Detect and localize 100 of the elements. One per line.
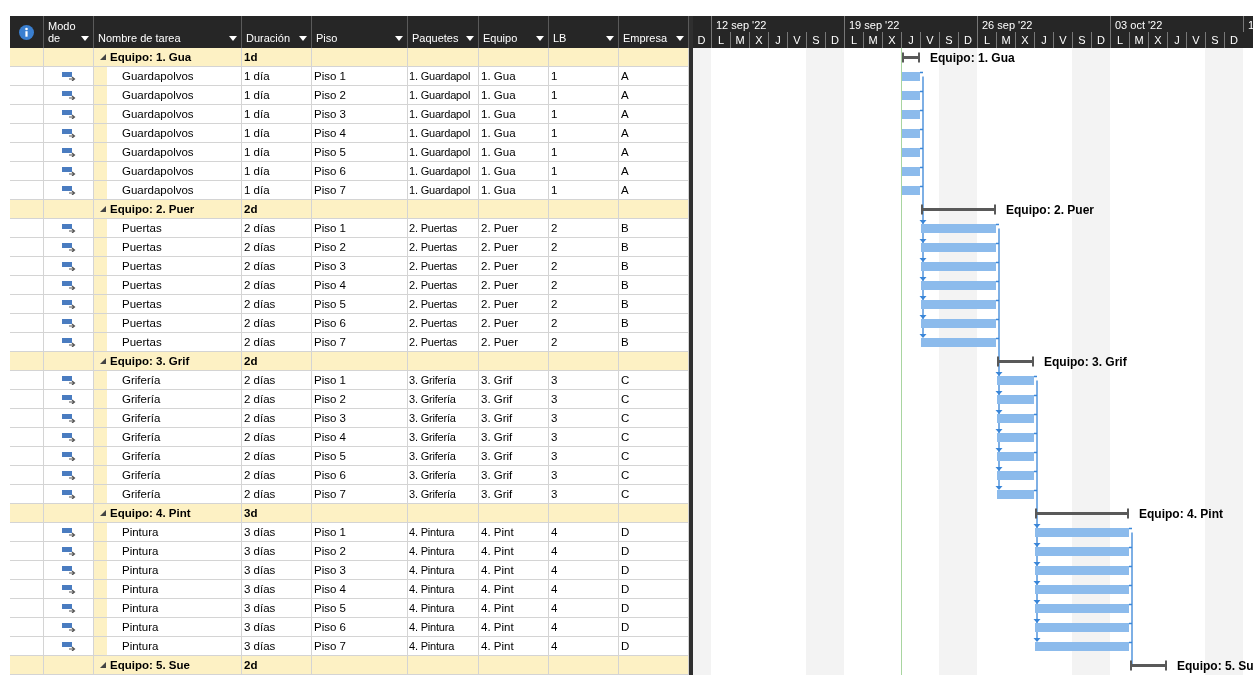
day-label: L xyxy=(844,32,863,48)
task-bar[interactable] xyxy=(1035,528,1129,537)
day-label: X xyxy=(882,32,901,48)
table-cell: 1 xyxy=(549,86,619,105)
table-cell: Piso 4 xyxy=(312,276,408,295)
collapse-triangle-icon[interactable] xyxy=(100,206,106,212)
task-bar[interactable] xyxy=(1035,566,1129,575)
table-cell: 3. Grif xyxy=(479,409,549,428)
dropdown-caret-icon xyxy=(81,36,89,41)
column-header[interactable]: Equipo xyxy=(479,16,549,48)
task-bar[interactable] xyxy=(921,262,996,271)
column-header[interactable]: LB xyxy=(549,16,619,48)
task-bar[interactable] xyxy=(1035,604,1129,613)
dropdown-caret-icon xyxy=(536,36,544,41)
task-bar[interactable] xyxy=(1035,585,1129,594)
table-cell: 3. Grifería xyxy=(408,371,479,390)
outline-indent-bar xyxy=(94,618,107,636)
collapse-triangle-icon[interactable] xyxy=(100,510,106,516)
task-name: Guardapolvos xyxy=(122,183,194,198)
task-bar[interactable] xyxy=(997,395,1034,404)
summary-bar[interactable] xyxy=(921,203,996,216)
column-header[interactable]: Duración xyxy=(242,16,312,48)
summary-bar[interactable] xyxy=(1035,507,1129,520)
column-header[interactable]: Paquetes xyxy=(408,16,479,48)
table-cell: 2. Puertas xyxy=(408,238,479,257)
table-cell: 3 xyxy=(549,371,619,390)
table-cell: 4. Pintura xyxy=(408,561,479,580)
task-name: Pintura xyxy=(122,620,159,635)
outline-indent-bar xyxy=(94,314,107,332)
table-cell: 3. Grifería xyxy=(408,390,479,409)
task-mode-icon xyxy=(61,584,76,594)
task-name: Grifería xyxy=(122,430,161,445)
table-cell: 2 días xyxy=(242,371,312,390)
table-cell: 4 xyxy=(549,561,619,580)
table-cell: Piso 1 xyxy=(312,219,408,238)
table-cell: 4. Pint xyxy=(479,561,549,580)
task-bar[interactable] xyxy=(921,243,996,252)
task-bar[interactable] xyxy=(902,167,920,176)
table-cell: Piso 1 xyxy=(312,523,408,542)
table-cell: 2 xyxy=(549,257,619,276)
column-header[interactable]: Modo de xyxy=(44,16,94,48)
table-cell: 1. Guardapol xyxy=(408,105,479,124)
column-header[interactable]: Nombre de tarea xyxy=(94,16,242,48)
table-cell: Piso 6 xyxy=(312,618,408,637)
task-bar[interactable] xyxy=(902,91,920,100)
table-cell: 3. Grifería xyxy=(408,428,479,447)
day-label: J xyxy=(768,32,787,48)
task-bar[interactable] xyxy=(997,490,1034,499)
summary-bar[interactable] xyxy=(902,51,920,64)
task-bar[interactable] xyxy=(921,300,996,309)
table-cell: 1. Guardapol xyxy=(408,143,479,162)
task-bar[interactable] xyxy=(902,186,920,195)
task-bar[interactable] xyxy=(1035,623,1129,632)
table-cell: Piso 1 xyxy=(312,67,408,86)
table-cell: Piso 5 xyxy=(312,143,408,162)
table-cell: 2 días xyxy=(242,466,312,485)
collapse-triangle-icon[interactable] xyxy=(100,662,106,668)
table-cell: 2. Puer xyxy=(479,257,549,276)
summary-bar[interactable] xyxy=(997,355,1034,368)
day-label: D xyxy=(696,33,707,48)
task-bar[interactable] xyxy=(921,281,996,290)
collapse-triangle-icon[interactable] xyxy=(100,358,106,364)
table-cell: 2. Puer xyxy=(479,295,549,314)
table-cell: 2. Puertas xyxy=(408,314,479,333)
day-label: J xyxy=(901,32,920,48)
column-header[interactable]: Empresa xyxy=(619,16,689,48)
task-bar[interactable] xyxy=(921,224,996,233)
task-bar[interactable] xyxy=(1035,547,1129,556)
column-header[interactable]: Piso xyxy=(312,16,408,48)
task-bar[interactable] xyxy=(902,110,920,119)
task-mode-icon xyxy=(61,299,76,309)
task-bar[interactable] xyxy=(902,129,920,138)
task-bar[interactable] xyxy=(997,471,1034,480)
summary-bar-label: Equipo: 5. Su xyxy=(1177,658,1253,673)
table-cell: 4. Pintura xyxy=(408,542,479,561)
task-mode-icon xyxy=(61,242,76,252)
task-bar[interactable] xyxy=(997,433,1034,442)
week-label: 19 sep '22 xyxy=(844,16,977,32)
dropdown-caret-icon xyxy=(299,36,307,41)
summary-bar[interactable] xyxy=(1130,659,1167,672)
outline-indent-bar xyxy=(94,390,107,408)
task-bar[interactable] xyxy=(902,148,920,157)
task-name: Pintura xyxy=(122,639,159,654)
summary-task-name: Equipo: 5. Sue xyxy=(110,658,190,673)
table-cell: 1. Gua xyxy=(479,105,549,124)
table-cell: 1 xyxy=(549,67,619,86)
task-bar[interactable] xyxy=(1035,642,1129,651)
collapse-triangle-icon[interactable] xyxy=(100,54,106,60)
task-bar[interactable] xyxy=(997,376,1034,385)
task-bar[interactable] xyxy=(902,72,920,81)
task-bar[interactable] xyxy=(997,452,1034,461)
task-bar[interactable] xyxy=(921,319,996,328)
task-bar[interactable] xyxy=(921,338,996,347)
table-cell: 1. Guardapol xyxy=(408,67,479,86)
table-cell: 4 xyxy=(549,542,619,561)
task-bar[interactable] xyxy=(997,414,1034,423)
table-cell: 2 días xyxy=(242,428,312,447)
task-name: Grifería xyxy=(122,392,161,407)
table-cell: Piso 5 xyxy=(312,295,408,314)
table-cell: 2 xyxy=(549,276,619,295)
